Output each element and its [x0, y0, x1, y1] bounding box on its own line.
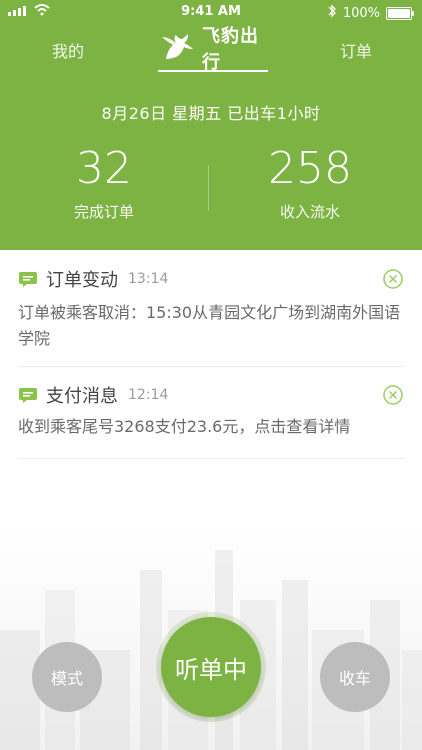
stats-divider — [208, 165, 209, 211]
stats: 32 完成订单 258 收入流水 — [0, 145, 422, 231]
message-body: 订单被乘客取消：15:30从青园文化广场到湖南外国语学院 — [18, 303, 401, 348]
status-right: 100% — [327, 4, 414, 22]
battery-fill — [388, 8, 410, 18]
tab-orders[interactable]: 订单 — [340, 38, 372, 62]
date-line: 8月26日 星期五 已出车1小时 — [101, 104, 321, 123]
bluetooth-icon — [327, 4, 337, 22]
message-icon — [18, 385, 38, 405]
message-card-order-change[interactable]: 订单变动 13:14 订单被乘客取消：15:30从青园文化广场到湖南外国语学院 — [18, 266, 404, 367]
message-title: 支付消息 — [46, 386, 118, 407]
tab-my[interactable]: 我的 — [52, 38, 84, 62]
brand-name: 飞豹出行 — [202, 26, 259, 73]
stop-button[interactable]: 收车 — [320, 642, 390, 712]
pegasus-logo-icon — [158, 29, 196, 67]
battery-icon — [386, 6, 414, 20]
message-header: 订单变动 13:14 — [18, 266, 168, 292]
message-time: 12:14 — [128, 387, 169, 403]
status-bar: 9:41 AM 100% — [0, 0, 422, 24]
stat-income[interactable]: 258 收入流水 — [230, 145, 390, 222]
message-card-payment[interactable]: 支付消息 12:14 收到乘客尾号3268支付23.6元，点击查看详情 — [18, 382, 404, 459]
message-body: 收到乘客尾号3268支付23.6元，点击查看详情 — [18, 417, 351, 436]
mode-button[interactable]: 模式 — [32, 642, 102, 712]
message-title: 订单变动 — [46, 270, 118, 291]
close-icon[interactable] — [382, 384, 404, 406]
completed-orders-label: 完成订单 — [73, 203, 134, 221]
close-icon[interactable] — [382, 268, 404, 290]
message-time: 13:14 — [128, 271, 169, 287]
listen-button[interactable]: 听单中 — [161, 617, 261, 717]
message-icon — [18, 269, 38, 289]
header: 9:41 AM 100% 我的 飞豹出行 订单 8月26日 星期五 已出车1小时… — [0, 0, 422, 250]
message-header: 支付消息 12:14 — [18, 382, 168, 408]
stat-completed-orders[interactable]: 32 完成订单 — [24, 145, 184, 222]
income-label: 收入流水 — [279, 203, 340, 221]
completed-orders-value: 32 — [76, 143, 132, 194]
battery-percent: 100% — [342, 5, 380, 21]
top-nav: 我的 飞豹出行 订单 — [0, 26, 422, 73]
brand[interactable]: 飞豹出行 — [158, 26, 268, 73]
income-value: 258 — [268, 143, 352, 194]
active-tab-indicator — [158, 70, 268, 72]
